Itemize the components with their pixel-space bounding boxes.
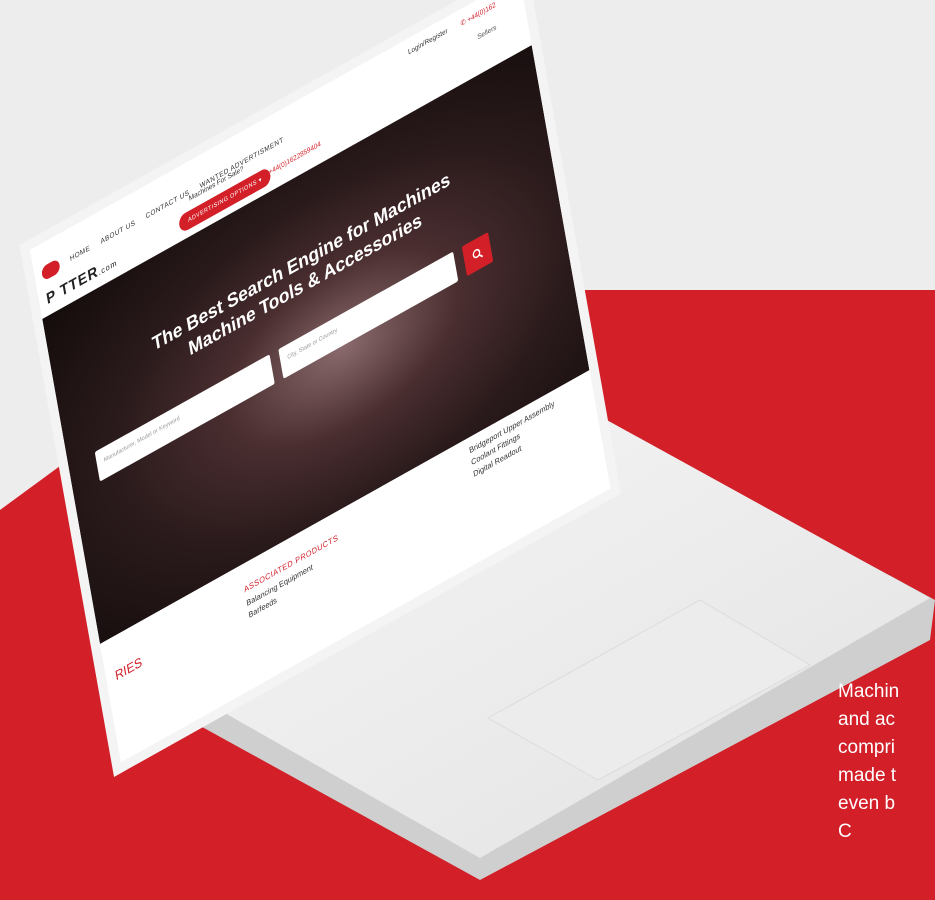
location-placeholder: City, State or Country [287,327,338,362]
sellers-link[interactable]: Sellers [477,24,497,41]
caption-line: even b [838,793,896,814]
caption-line: made t [838,765,897,786]
phone-top-text: +44(0)162 [467,1,497,25]
nav-about-us[interactable]: ABOUT US [100,219,136,245]
search-button[interactable] [461,231,494,277]
keyword-placeholder: Manufacturer, Model or Keyword [103,415,181,464]
nav-home[interactable]: HOME [69,244,90,262]
menu-pill-icon[interactable] [40,257,61,282]
search-icon [472,248,484,259]
phone-number-top[interactable]: ✆ +44(0)162 [460,1,496,28]
keyword-search-input[interactable]: Manufacturer, Model or Keyword [94,354,275,482]
caption-line: compri [838,737,896,758]
caption-line: Machin [838,681,900,702]
logo-suffix: .com [97,257,118,278]
categories-heading-fragment: RIES [113,653,144,684]
caption-line: and ac [838,709,896,730]
caption-line: C [838,821,852,842]
caption-text: Machin and ac compri made t even b C [838,678,935,846]
